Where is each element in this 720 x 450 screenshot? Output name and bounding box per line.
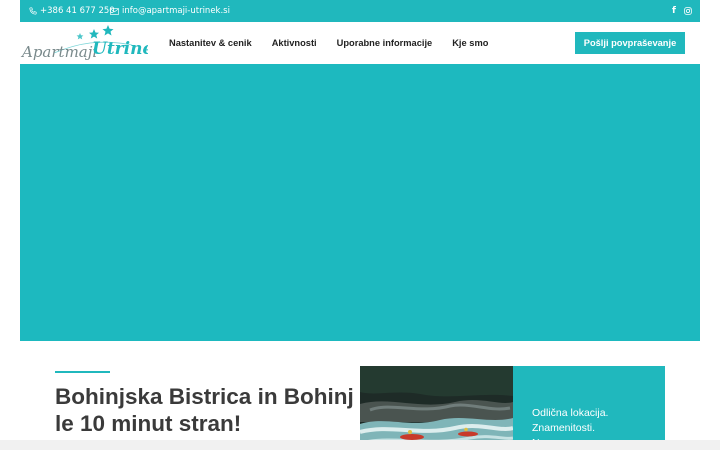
- star-icon: [102, 25, 114, 36]
- email-contact[interactable]: info@apartmaji-utrinek.si: [110, 6, 230, 16]
- top-bar: +386 41 677 250 info@apartmaji-utrinek.s…: [20, 0, 700, 22]
- bottom-strip: [0, 440, 720, 450]
- nav-item-accommodation[interactable]: Nastanitev & cenik: [169, 38, 252, 48]
- phone-number: +386 41 677 250: [40, 6, 115, 16]
- send-inquiry-button[interactable]: Pošlji povpraševanje: [575, 32, 685, 54]
- nav-item-activities[interactable]: Aktivnosti: [272, 38, 317, 48]
- phone-contact[interactable]: +386 41 677 250: [29, 6, 115, 16]
- envelope-icon: [110, 7, 119, 15]
- logo-text-light: Apartmaji: [20, 43, 97, 61]
- rafting-photo: [360, 366, 513, 450]
- star-icon: [89, 29, 99, 39]
- intro-headline: Bohinjska Bistrica in Bohinj le 10 minut…: [55, 383, 365, 437]
- phone-icon: [29, 7, 37, 15]
- feature-line: Odlična lokacija.: [532, 407, 609, 419]
- instagram-icon[interactable]: [683, 5, 693, 17]
- email-address: info@apartmaji-utrinek.si: [122, 6, 230, 16]
- feature-line: Znamenitosti.: [532, 422, 596, 434]
- heading-divider: [55, 371, 110, 373]
- hero-banner: [20, 64, 700, 341]
- site-header: Apartmaji Utrinek Nastanitev & cenik Akt…: [20, 22, 700, 64]
- star-icon: [76, 33, 84, 40]
- intro-section: Bohinjska Bistrica in Bohinj le 10 minut…: [20, 341, 700, 450]
- headline-line-1: Bohinjska Bistrica in Bohinj: [55, 384, 354, 409]
- nav-item-useful-info[interactable]: Uporabne informacije: [337, 38, 433, 48]
- nav-item-location[interactable]: Kje smo: [452, 38, 488, 48]
- headline-line-2: le 10 minut stran!: [55, 411, 242, 436]
- site-logo[interactable]: Apartmaji Utrinek: [20, 23, 148, 63]
- page-frame: +386 41 677 250 info@apartmaji-utrinek.s…: [20, 0, 700, 450]
- feature-box: Odlična lokacija. Znamenitosti. Narava.: [513, 366, 665, 450]
- facebook-icon[interactable]: f: [669, 5, 679, 17]
- main-navigation: Nastanitev & cenik Aktivnosti Uporabne i…: [169, 38, 488, 48]
- logo-text-bold: Utrinek: [92, 39, 148, 59]
